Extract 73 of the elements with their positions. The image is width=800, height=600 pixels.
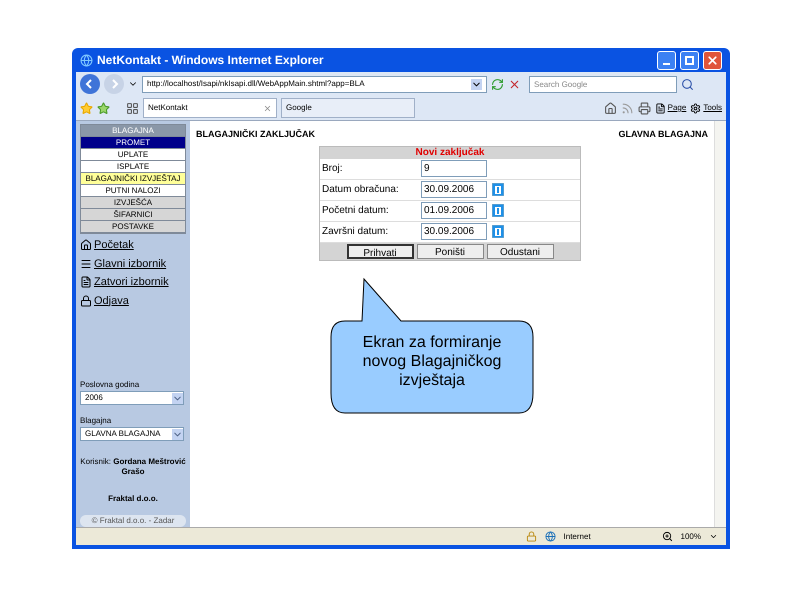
sidebar-item[interactable]: UPLATE	[81, 149, 185, 161]
search-field[interactable]: Search Google	[529, 76, 677, 92]
refresh-icon[interactable]	[491, 78, 504, 90]
close-icon	[706, 54, 719, 66]
add-favorite-icon[interactable]	[97, 102, 110, 114]
window-title: NetKontakt - Windows Internet Explorer	[97, 52, 324, 69]
tab-grid-icon[interactable]	[126, 102, 139, 114]
sidebar-item[interactable]: POSTAVKE	[81, 221, 185, 233]
form-button[interactable]: Prihvati	[346, 244, 414, 258]
favorites-star-icon[interactable]	[80, 102, 93, 114]
company-name: Fraktal d.o.o.	[107, 493, 159, 505]
page-menu[interactable]: Page	[654, 102, 686, 114]
text-field[interactable]: 30.09.2006	[421, 223, 487, 240]
text-field[interactable]: 30.09.2006	[421, 181, 487, 198]
dropdown[interactable]: 2006	[80, 391, 184, 405]
browser-tab[interactable]: NetKontakt	[143, 98, 277, 118]
search-icon[interactable]	[681, 78, 694, 90]
browser-logo-icon	[80, 54, 93, 66]
security-zone: Internet	[564, 530, 592, 542]
copyright-badge: © Fraktal d.o.o. - Zadar	[80, 515, 186, 527]
callout-text: Ekran za formiranje novog Blagajničkog izvještaja	[362, 333, 502, 390]
field-label: Poslovna godina	[80, 379, 140, 391]
calendar-icon[interactable]	[492, 204, 504, 217]
back-button[interactable]	[80, 74, 100, 94]
minimize-button[interactable]	[657, 50, 676, 70]
field-label: Datum obračuna:	[321, 183, 400, 197]
close-button[interactable]	[703, 50, 722, 70]
form-button[interactable]: Odustani	[486, 244, 554, 258]
field-label: Početni datum:	[321, 204, 390, 218]
menu-icon	[80, 258, 92, 270]
field-label: Blagajna	[80, 415, 112, 427]
user-info: Korisnik: Gordana Meštrović Grašo	[80, 457, 186, 477]
sidebar-item[interactable]: IZVJEŠĆA	[81, 197, 185, 209]
sidebar-item[interactable]: ISPLATE	[81, 161, 185, 173]
page-title: BLAGAJNIČKI ZAKLJUČAK	[196, 128, 315, 141]
protected-mode-icon	[526, 531, 537, 542]
maximize-button[interactable]	[680, 50, 699, 70]
sidebar-link[interactable]: Zatvori izbornik	[80, 274, 186, 290]
house-icon	[80, 239, 92, 252]
zoom-level[interactable]: 100%	[680, 530, 701, 542]
register-name: GLAVNA BLAGAJNA	[618, 128, 708, 141]
globe-icon	[544, 531, 556, 542]
text-field[interactable]: 01.09.2006	[421, 202, 487, 219]
sidebar-item[interactable]: PUTNI NALOZI	[81, 185, 185, 197]
home-icon[interactable]	[604, 102, 617, 114]
zoom-dropdown-icon[interactable]	[709, 532, 718, 541]
browser-tab[interactable]: Google	[281, 98, 415, 118]
sidebar-header: BLAGAJNA	[81, 125, 185, 137]
sidebar-link[interactable]: Glavni izbornik	[80, 256, 186, 272]
sidebar-item[interactable]: PROMET	[81, 137, 185, 149]
scrollbar[interactable]	[714, 121, 726, 527]
field-label: Završni datum:	[321, 225, 390, 239]
dropdown[interactable]: GLAVNA BLAGAJNA	[80, 427, 184, 441]
address-bar[interactable]: http://localhost/Isapi/nkIsapi.dll/WebAppMain.shtml?app=BLA	[142, 76, 487, 92]
sidebar-item[interactable]: BLAGAJNIČKI IZVJEŠTAJ	[81, 173, 185, 185]
zoom-icon[interactable]	[662, 531, 673, 542]
calendar-icon[interactable]	[492, 225, 504, 238]
field-label: Broj:	[321, 162, 344, 176]
sidebar-link[interactable]: Odjava	[80, 292, 186, 309]
tools-menu[interactable]: Tools	[690, 102, 722, 114]
calendar-icon[interactable]	[492, 183, 504, 196]
page-icon	[654, 102, 666, 114]
stop-icon[interactable]	[508, 78, 521, 90]
form-title: Novi zaključak	[320, 146, 580, 158]
gear-icon	[690, 102, 702, 114]
print-icon[interactable]	[638, 102, 651, 114]
document-icon	[80, 276, 92, 288]
sidebar-item[interactable]: ŠIFARNICI	[81, 209, 185, 221]
lock-icon	[80, 294, 92, 307]
form-button[interactable]: Poništi	[416, 244, 484, 258]
text-field[interactable]: 9	[421, 160, 487, 177]
sidebar-link[interactable]: Početak	[80, 237, 186, 254]
close-tab-icon[interactable]	[263, 104, 272, 112]
